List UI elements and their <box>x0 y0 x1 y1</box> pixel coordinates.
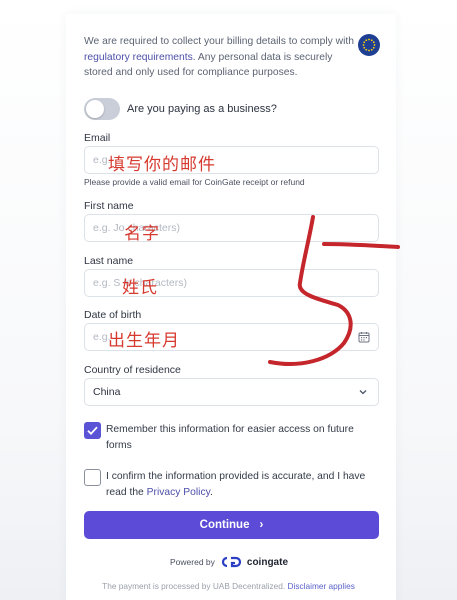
email-annotation: 填写你的邮件 <box>108 155 216 175</box>
business-toggle[interactable] <box>84 98 120 120</box>
first-name-annotation: 名字 <box>124 224 160 244</box>
calendar-icon[interactable] <box>358 331 370 343</box>
eu-flag-icon <box>358 34 380 56</box>
remember-checkbox[interactable] <box>84 422 101 439</box>
regulatory-requirements-link[interactable]: regulatory requirements <box>84 52 193 63</box>
country-label: Country of residence <box>84 364 181 376</box>
email-hint: Please provide a valid email for CoinGat… <box>84 177 305 187</box>
privacy-policy-link[interactable]: Privacy Policy <box>147 487 210 498</box>
business-toggle-label: Are you paying as a business? <box>127 103 277 115</box>
remember-text: Remember this information for easier acc… <box>106 424 354 451</box>
powered-by-text: Powered by <box>170 557 215 567</box>
confirm-checkbox[interactable] <box>84 469 101 486</box>
confirm-text-start: I confirm the information provided is ac… <box>106 471 366 498</box>
coingate-logo-icon <box>221 556 241 568</box>
chevron-down-icon <box>359 390 367 395</box>
check-icon <box>87 426 98 435</box>
footer-text: The payment is processed by UAB Decentra… <box>102 581 288 591</box>
powered-by: Powered by coingate <box>170 556 288 568</box>
country-value: China <box>93 386 121 398</box>
compliance-notice: We are required to collect your billing … <box>84 34 356 81</box>
confirm-text: I confirm the information provided is ac… <box>106 469 378 501</box>
last-name-annotation: 姓氏 <box>122 278 158 298</box>
last-name-label: Last name <box>84 255 134 267</box>
email-label: Email <box>84 132 111 144</box>
toggle-knob <box>86 100 104 118</box>
coingate-brand: coingate <box>246 556 289 568</box>
first-name-label: First name <box>84 200 134 212</box>
continue-label: Continue <box>199 519 250 531</box>
dob-label: Date of birth <box>84 309 142 321</box>
continue-button[interactable]: Continue › <box>84 511 379 539</box>
footer: The payment is processed by UAB Decentra… <box>0 581 457 591</box>
dob-annotation: 出生年月 <box>108 331 180 351</box>
arrow-right-icon: › <box>259 519 264 531</box>
confirm-text-end: . <box>209 487 213 498</box>
notice-text: We are required to collect your billing … <box>84 36 354 47</box>
country-select[interactable]: China <box>84 378 379 406</box>
disclaimer-link[interactable]: Disclaimer applies <box>288 581 355 591</box>
